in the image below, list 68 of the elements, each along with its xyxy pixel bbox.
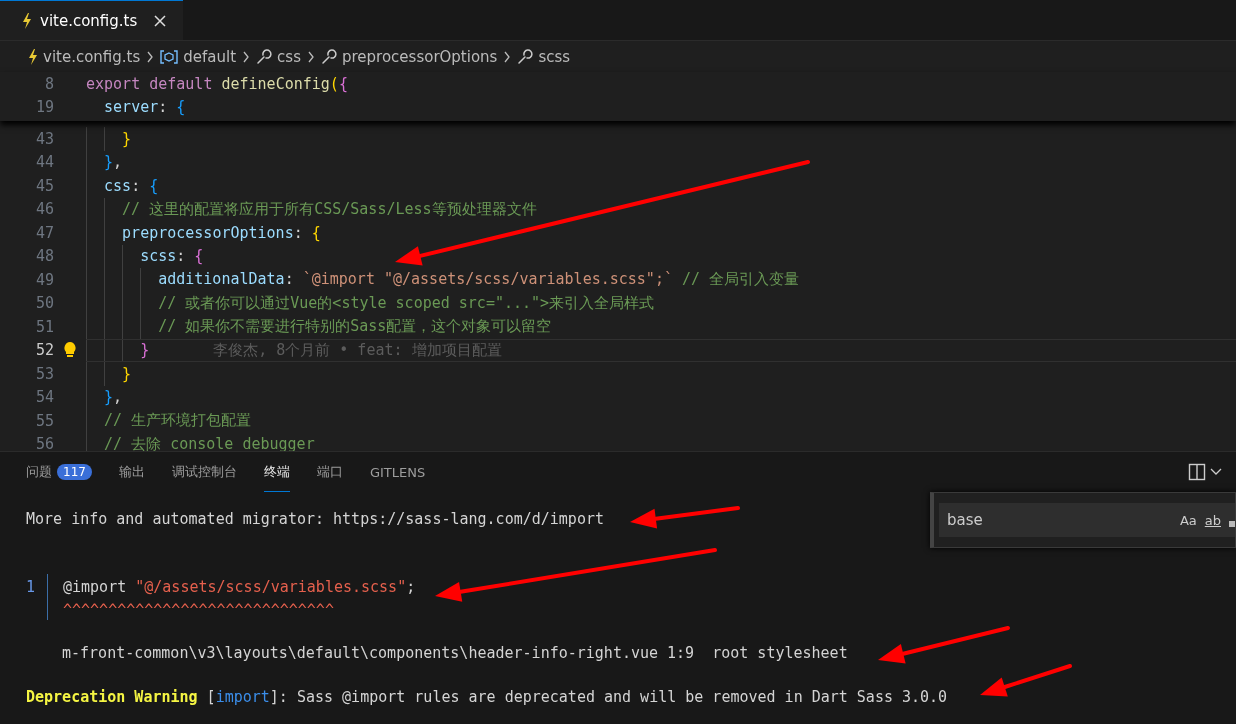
panel-tab[interactable]: 调试控制台 [171,452,237,492]
panel-tab[interactable]: 问题 117 [26,452,92,492]
terminal-line: More info and automated migrator: https://sass-lang.com/d/import [26,510,604,528]
code-line: // 或者你可以通过Vue的<style scoped src="...">来引入全局样式 [158,293,655,313]
line-number: 48 [34,247,54,266]
code-line: // 生产环境打包配置 [104,411,252,431]
lightbulb-icon [63,341,77,360]
code-line: preprocessorOptions: { [122,223,321,242]
breadcrumb-item[interactable]: scss [517,47,571,66]
wrench-icon [517,48,534,65]
count-badge: 117 [57,464,92,480]
wrench-icon [320,48,337,65]
line-number: 56 [34,435,54,451]
panel-tab[interactable]: 终端 [263,452,290,492]
code-line: additionalData: `@import "@/assets/scss/variables.scss";` // 全局引入变量 [158,270,800,290]
editor-tab[interactable]: vite.config.ts [0,0,184,40]
line-number: 51 [34,317,54,336]
code-line: } [122,364,132,383]
line-number: 1 [26,578,36,596]
code-line: scss: { [140,247,204,266]
breadcrumb-item[interactable]: default [160,47,237,66]
code-line: server: { [104,98,186,117]
brackets-icon [160,49,179,64]
chevron-right-icon [503,50,512,63]
terminal-line: m-front-common\v3\layouts\default\components\header-info-right.vue 1:9 root stylesheet [62,644,848,662]
line-number: 45 [34,176,54,195]
chevron-right-icon [242,50,251,63]
panel-tab[interactable]: 输出 [118,452,145,492]
code-line: css: { [104,176,159,195]
terminal-line: ^^^^^^^^^^^^^^^^^^^^^^^^^^^^^^ [63,601,334,619]
warning-message: Deprecation Warning [import]: Sass @import rules are deprecated and will be removed in Dart Sass 3.0.0 [26,688,948,706]
line-number: 53 [34,364,54,383]
line-number: 52 [34,341,54,360]
split-panel-icon [1188,463,1206,481]
close-icon [153,13,168,28]
search-option-button[interactable]: Aa [1179,512,1197,528]
panel-tab[interactable]: 端口 [316,452,343,492]
line-number: 55 [34,411,54,430]
wrench-icon [256,48,273,65]
line-number: 47 [34,223,54,242]
line-number: 19 [34,98,54,117]
chevron-right-icon [306,50,315,63]
breadcrumb-item[interactable]: preprocessorOptions [320,47,498,66]
line-number: 46 [34,200,54,219]
code-line: } [140,341,150,360]
line-number: 49 [34,270,54,289]
chevron-right-icon [146,50,155,63]
code-line: // 如果你不需要进行特别的Sass配置，这个对象可以留空 [158,317,552,337]
search-option-button[interactable]: ab [1204,512,1221,528]
panel-tab[interactable]: GITLENS [369,452,426,492]
line-number: 44 [34,153,54,172]
line-number: 50 [34,294,54,313]
code-line: }, [104,388,123,407]
terminal-line: @import "@/assets/scss/variables.scss"; [63,578,416,596]
search-field[interactable]: base Aa ab [939,503,1235,537]
search-option-button[interactable] [1229,521,1235,527]
line-number: 43 [34,129,54,148]
lightning-icon [22,12,32,29]
code-line: // 这里的配置将应用于所有CSS/Sass/Less等预处理器文件 [122,199,537,219]
chevron-down-icon [1210,468,1222,476]
code-line: } [122,129,132,148]
line-number: 8 [43,74,54,93]
breadcrumb-item[interactable]: vite.config.ts [28,47,141,66]
line-number: 54 [34,388,54,407]
breadcrumb-item[interactable]: css [256,47,301,66]
code-line: }, [104,153,123,172]
lightning-icon [28,48,38,65]
code-line: export default defineConfig({ [86,74,348,93]
